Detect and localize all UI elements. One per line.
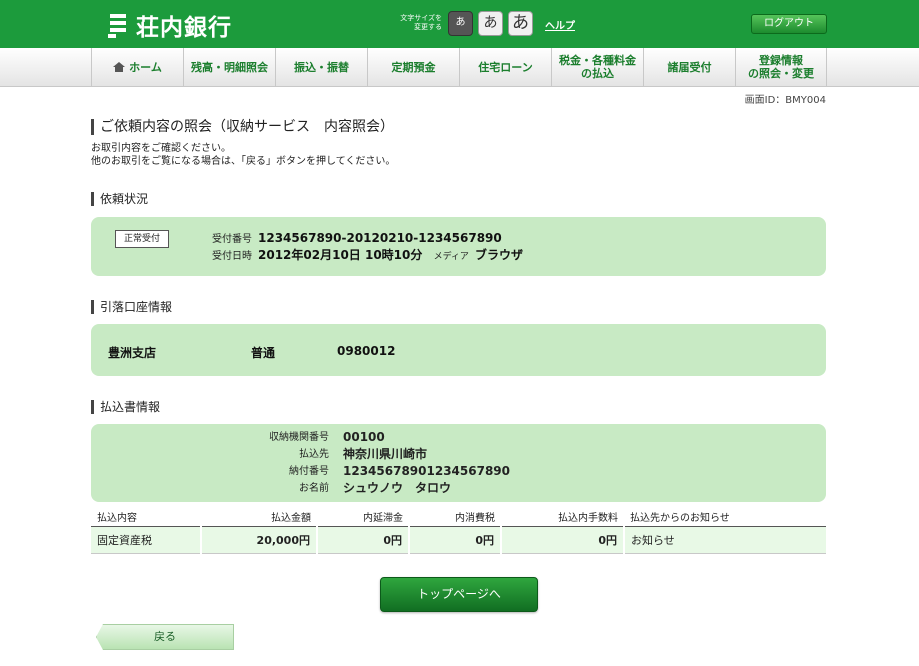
nav-item-housing-loan[interactable]: 住宅ローン — [460, 48, 552, 86]
nav-item-registration[interactable]: 登録情報 の照会・変更 — [736, 48, 827, 86]
table-row: 固定資産税 20,000円 0円 0円 0円 お知らせ — [91, 526, 826, 554]
instructions: お取引内容をご確認ください。 他のお取引をご覧になる場合は、「戻る」ボタンを押し… — [91, 143, 396, 167]
account-type: 普通 — [251, 346, 276, 360]
payment-number-row: 納付番号 12345678901234567890 — [289, 464, 510, 478]
name-row: お名前 シュウノウ タロウ — [299, 481, 452, 495]
table-header: 払込金額 — [201, 507, 317, 527]
table-cell: 0円 — [317, 526, 410, 554]
header-bar: 荘内銀行 文字サイズを 変更する あ あ あ ヘルプ ログアウト — [0, 0, 919, 48]
request-status-heading: 依頼状況 — [91, 192, 148, 206]
home-icon — [113, 62, 126, 72]
bank-logo-icon — [108, 12, 130, 38]
nav-item-balance[interactable]: 残高・明細照会 — [184, 48, 276, 86]
account-heading: 引落口座情報 — [91, 300, 172, 314]
receipt-datetime: 受付日時 2012年02月10日 10時10分 メディア ブラウザ — [212, 248, 523, 262]
logout-button[interactable]: ログアウト — [751, 14, 827, 34]
table-header: 払込先からのお知らせ — [624, 507, 826, 527]
institution-number-row: 収納機関番号 00100 — [269, 430, 385, 444]
payment-table: 払込内容 払込金額 内延滞金 内消費税 払込内手数料 払込先からのお知らせ 固定… — [91, 507, 826, 554]
table-cell: 0円 — [409, 526, 502, 554]
top-page-button[interactable]: トップページへ — [380, 577, 538, 612]
account-number: 0980012 — [337, 344, 396, 358]
table-header: 内延滞金 — [317, 507, 409, 527]
page-title: ご依頼内容の照会（収納サービス 内容照会） — [91, 119, 394, 135]
back-button[interactable]: 戻る — [96, 624, 234, 650]
payment-heading: 払込書情報 — [91, 400, 160, 414]
nav-item-notifications[interactable]: 諸届受付 — [644, 48, 736, 86]
table-cell: 20,000円 — [201, 526, 318, 554]
font-size-label: 文字サイズを 変更する — [400, 14, 442, 31]
payment-panel: 収納機関番号 00100 払込先 神奈川県川崎市 納付番号 1234567890… — [91, 424, 826, 502]
help-link[interactable]: ヘルプ — [545, 17, 575, 32]
screen-id: 画面ID：BMY004 — [744, 95, 826, 106]
font-size-small-button[interactable]: あ — [448, 11, 473, 36]
bank-name: 荘内銀行 — [136, 15, 232, 41]
notice-cell: お知らせ — [624, 526, 826, 554]
global-nav: ホーム 残高・明細照会 振込・振替 定期預金 住宅ローン 税金・各種料金 の払込… — [0, 48, 919, 87]
table-cell: 固定資産税 — [91, 526, 202, 554]
table-cell: 0円 — [501, 526, 625, 554]
bank-logo[interactable]: 荘内銀行 — [108, 10, 232, 41]
receipt-number: 受付番号 1234567890-20120210-1234567890 — [212, 231, 502, 245]
font-size-medium-button[interactable]: あ — [478, 11, 503, 36]
nav-item-transfer[interactable]: 振込・振替 — [276, 48, 368, 86]
table-header-row: 払込内容 払込金額 内延滞金 内消費税 払込内手数料 払込先からのお知らせ — [91, 507, 826, 527]
nav-item-home[interactable]: ホーム — [92, 48, 184, 86]
table-header: 払込内手数料 — [501, 507, 624, 527]
request-status-panel: 正常受付 受付番号 1234567890-20120210-1234567890 … — [91, 217, 826, 276]
font-size-large-button[interactable]: あ — [508, 11, 533, 36]
account-branch: 豊洲支店 — [108, 346, 157, 360]
table-header: 払込内容 — [91, 507, 201, 527]
account-panel: 豊洲支店 普通 0980012 — [91, 324, 826, 376]
status-badge: 正常受付 — [115, 230, 169, 248]
nav-item-tax-payment[interactable]: 税金・各種料金 の払込 — [552, 48, 644, 86]
table-header: 内消費税 — [409, 507, 501, 527]
nav-item-time-deposit[interactable]: 定期預金 — [368, 48, 460, 86]
payee-row: 払込先 神奈川県川崎市 — [299, 447, 428, 461]
